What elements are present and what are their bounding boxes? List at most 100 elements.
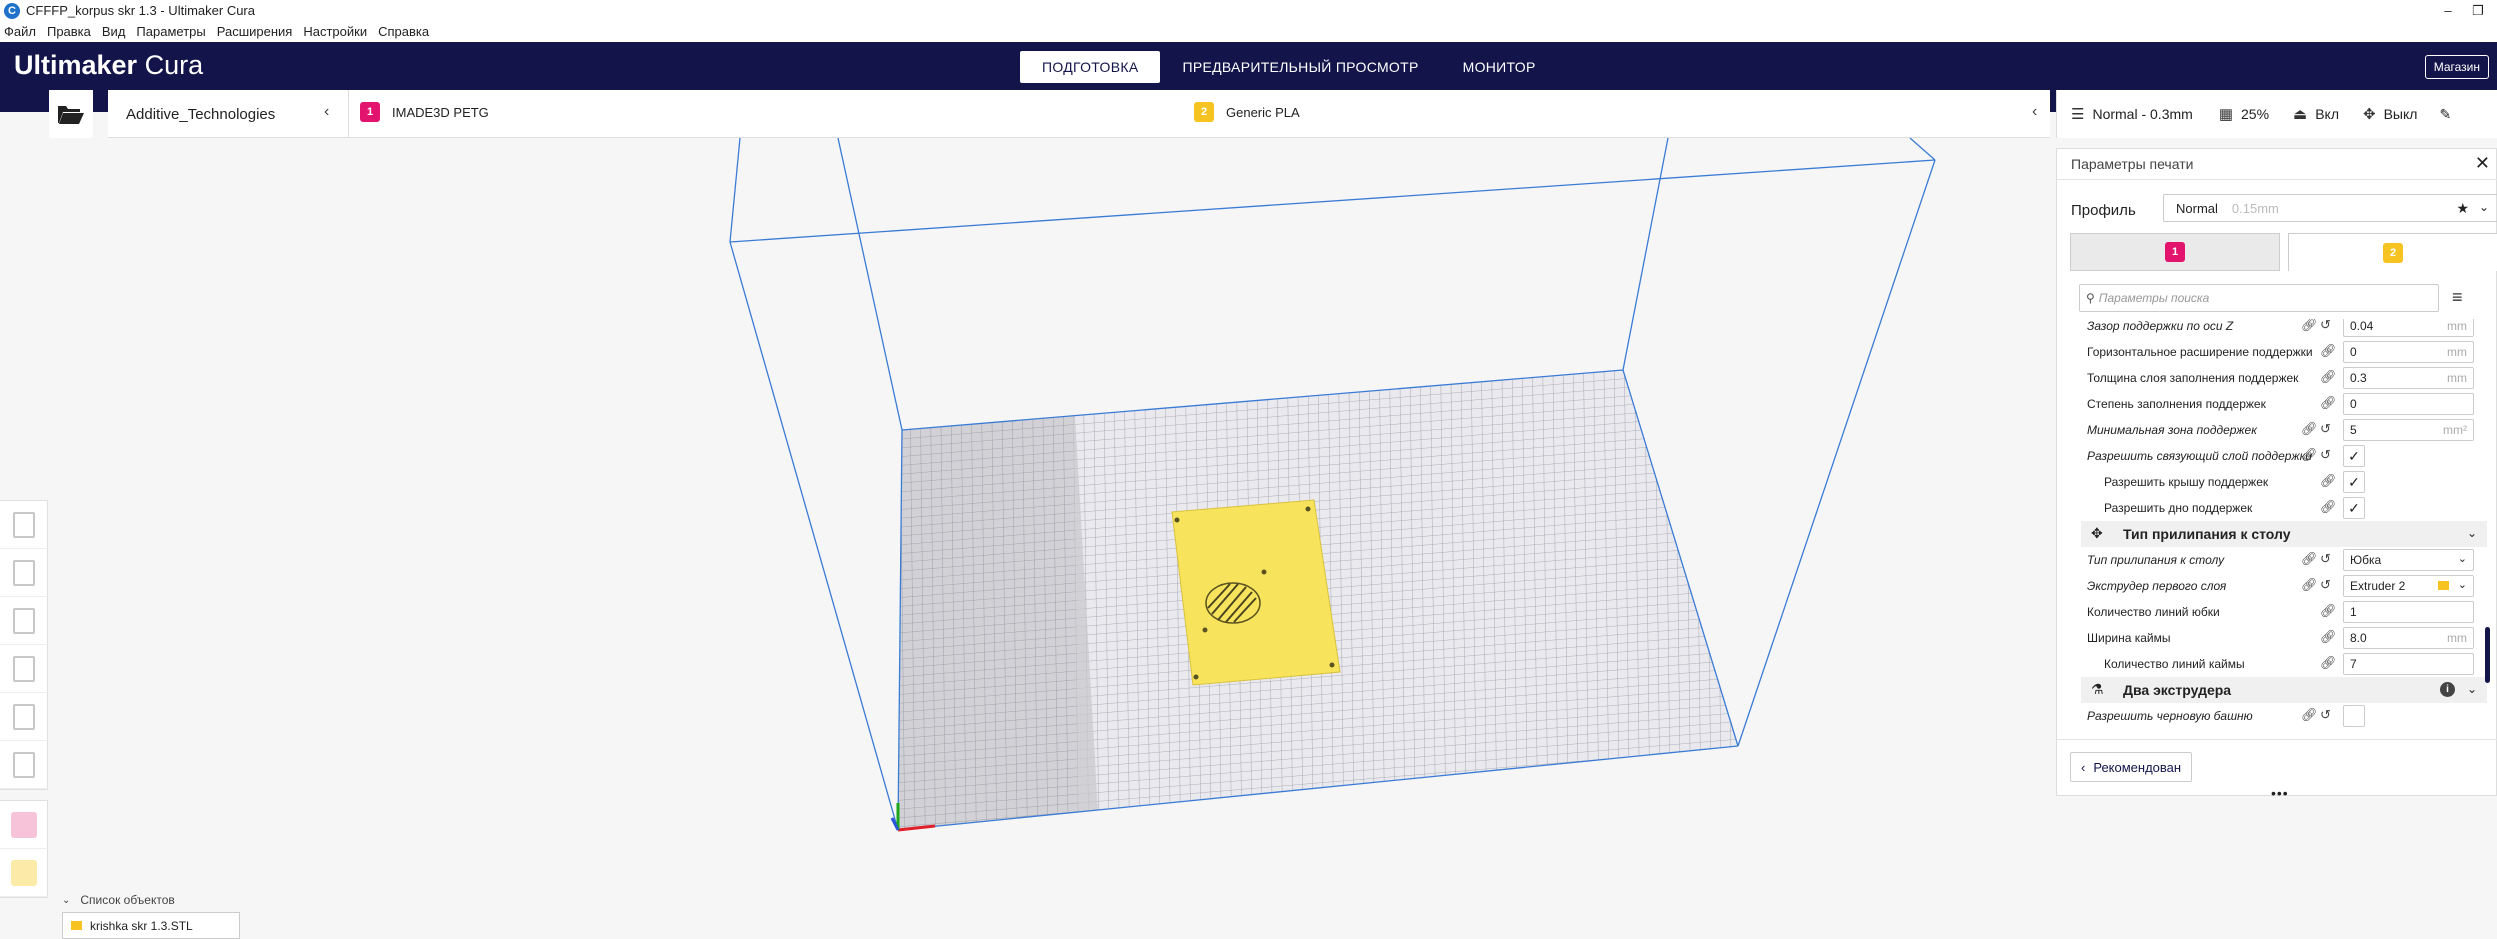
- scale-tool-icon[interactable]: [0, 549, 48, 597]
- link-icon[interactable]: 🔗︎: [2320, 395, 2337, 411]
- panel-resize-handle[interactable]: •••: [2271, 785, 2289, 801]
- setting-value-input[interactable]: 0: [2343, 393, 2474, 415]
- menu-file[interactable]: Файл: [4, 24, 36, 39]
- support-summary-label: Вкл: [2315, 106, 2340, 122]
- object-list-item[interactable]: krishka skr 1.3.STL: [62, 912, 240, 939]
- link-icon[interactable]: 🔗︎: [2301, 319, 2318, 333]
- star-icon[interactable]: ★: [2456, 200, 2469, 217]
- setting-label: Минимальная зона поддержек: [2087, 423, 2257, 437]
- adhesion-icon: ✥: [2091, 525, 2103, 541]
- edit-icon[interactable]: ✎: [2439, 106, 2451, 123]
- print-setup-summary[interactable]: ☰ Normal - 0.3mm ▦ 25% ⏏ Вкл ✥ Выкл ✎: [2056, 90, 2497, 138]
- close-icon[interactable]: ✕: [2475, 153, 2490, 174]
- reset-icon[interactable]: ↺: [2320, 319, 2331, 333]
- link-icon[interactable]: 🔗︎: [2320, 369, 2337, 385]
- chevron-left-icon[interactable]: ‹: [324, 103, 329, 121]
- extruder-1-tool[interactable]: [0, 801, 48, 849]
- link-icon[interactable]: 🔗︎: [2320, 499, 2337, 515]
- setting-unit: mm²: [2443, 423, 2467, 437]
- open-file-button[interactable]: [49, 90, 93, 138]
- settings-category[interactable]: ✥ Тип прилипания к столу ⌄: [2081, 521, 2487, 547]
- restore-button[interactable]: ❐: [2464, 0, 2492, 21]
- link-icon[interactable]: 🔗︎: [2301, 577, 2318, 593]
- setting-value-input[interactable]: 1: [2343, 601, 2474, 623]
- setting-checkbox[interactable]: ✓: [2343, 445, 2365, 467]
- marketplace-button[interactable]: Магазин: [2424, 55, 2489, 79]
- extruder-2-badge: 2: [1194, 102, 1214, 122]
- search-icon: ⚲: [2086, 291, 2095, 305]
- extruder-2-tool[interactable]: [0, 849, 48, 897]
- menu-preferences[interactable]: Настройки: [303, 24, 367, 39]
- extruder-1-material[interactable]: 1 IMADE3D PETG: [360, 102, 489, 122]
- reset-icon[interactable]: ↺: [2320, 447, 2331, 463]
- setting-label: Разрешить дно поддержек: [2104, 501, 2253, 515]
- support-summary: ⏏ Вкл: [2293, 105, 2339, 123]
- chevron-down-icon: ⌄: [2457, 553, 2467, 565]
- profile-select[interactable]: Normal 0.15mm ★ ⌄: [2163, 194, 2497, 222]
- settings-category[interactable]: ⚗ Два экструдера i ⌄: [2081, 677, 2487, 703]
- menu-edit[interactable]: Правка: [47, 24, 91, 39]
- object-name: krishka skr 1.3.STL: [90, 918, 193, 933]
- divider: [348, 90, 349, 138]
- setting-value-input[interactable]: 7: [2343, 653, 2474, 675]
- info-icon[interactable]: i: [2440, 682, 2455, 697]
- machine-name[interactable]: Additive_Technologies: [126, 106, 275, 123]
- setting-row: Минимальная зона поддержек 🔗︎ ↺ 5 mm²: [2057, 417, 2487, 443]
- extruder-select[interactable]: Extruder 2 ⌄: [2343, 575, 2474, 597]
- setting-value-input[interactable]: 0.3 mm: [2343, 367, 2474, 389]
- profile-summary-label: Normal - 0.3mm: [2092, 106, 2193, 122]
- link-icon[interactable]: 🔗︎: [2301, 421, 2318, 437]
- menu-view[interactable]: Вид: [102, 24, 126, 39]
- move-tool-icon[interactable]: [0, 501, 48, 549]
- reset-icon[interactable]: ↺: [2320, 421, 2331, 437]
- reset-icon[interactable]: ↺: [2320, 707, 2331, 723]
- link-icon[interactable]: 🔗︎: [2320, 603, 2337, 619]
- extruder-2-material[interactable]: 2 Generic PLA: [1194, 102, 1300, 122]
- link-icon[interactable]: 🔗︎: [2320, 473, 2337, 489]
- mirror-tool-icon[interactable]: [0, 645, 48, 693]
- setting-checkbox[interactable]: ✓: [2343, 497, 2365, 519]
- menu-settings[interactable]: Параметры: [136, 24, 205, 39]
- minimize-button[interactable]: –: [2434, 0, 2462, 21]
- tab-prepare[interactable]: ПОДГОТОВКА: [1020, 51, 1161, 83]
- 3d-viewport[interactable]: [0, 138, 2056, 939]
- setting-value-input[interactable]: 0 mm: [2343, 341, 2474, 363]
- reset-icon[interactable]: ↺: [2320, 577, 2331, 593]
- per-model-settings-icon[interactable]: [0, 693, 48, 741]
- chevron-left-icon: ‹: [2081, 759, 2086, 775]
- profile-value: Normal: [2176, 200, 2218, 216]
- tab-extruder-2[interactable]: 2: [2288, 233, 2497, 271]
- setting-value-input[interactable]: 0.04 mm: [2343, 319, 2474, 337]
- settings-scrollbar[interactable]: [2485, 627, 2490, 683]
- adhesion-summary: ✥ Выкл: [2363, 105, 2417, 123]
- link-icon[interactable]: 🔗︎: [2301, 551, 2318, 567]
- link-icon[interactable]: 🔗︎: [2320, 629, 2337, 645]
- recommended-mode-button[interactable]: ‹ Рекомендован: [2070, 752, 2193, 782]
- link-icon[interactable]: 🔗︎: [2320, 343, 2337, 359]
- rotate-tool-icon[interactable]: [0, 597, 48, 645]
- reset-icon[interactable]: ↺: [2320, 551, 2331, 567]
- setting-checkbox[interactable]: ✓: [2343, 471, 2365, 493]
- menu-help[interactable]: Справка: [378, 24, 429, 39]
- settings-search-input[interactable]: ⚲ Параметры поиска: [2079, 284, 2439, 312]
- chevron-left-icon[interactable]: ‹: [2032, 103, 2037, 121]
- setting-checkbox[interactable]: [2343, 705, 2365, 727]
- link-icon[interactable]: 🔗︎: [2301, 707, 2318, 723]
- model-krishka[interactable]: [1171, 499, 1341, 686]
- link-icon[interactable]: 🔗︎: [2320, 655, 2337, 671]
- tab-monitor[interactable]: МОНИТОР: [1441, 51, 1558, 83]
- setting-unit: mm: [2447, 631, 2467, 645]
- setting-select[interactable]: Юбка ⌄: [2343, 549, 2474, 571]
- setting-row: Горизонтальное расширение поддержки 🔗︎ 0 mm: [2057, 339, 2487, 365]
- chevron-down-icon: ⌄: [2466, 682, 2477, 696]
- tab-preview[interactable]: ПРЕДВАРИТЕЛЬНЫЙ ПРОСМОТР: [1160, 51, 1440, 83]
- link-icon[interactable]: 🔗︎: [2301, 447, 2318, 463]
- object-list-toggle[interactable]: ⌄ Список объектов: [62, 893, 175, 907]
- setting-row: Экструдер первого слоя 🔗︎ ↺ Extruder 2 ⌄: [2057, 573, 2487, 599]
- tab-extruder-1[interactable]: 1: [2070, 233, 2280, 271]
- menu-extensions[interactable]: Расширения: [217, 24, 293, 39]
- settings-visibility-menu-icon[interactable]: ≡: [2452, 287, 2463, 308]
- setting-value-input[interactable]: 8.0 mm: [2343, 627, 2474, 649]
- support-blocker-icon[interactable]: [0, 741, 48, 789]
- setting-value-input[interactable]: 5 mm²: [2343, 419, 2474, 441]
